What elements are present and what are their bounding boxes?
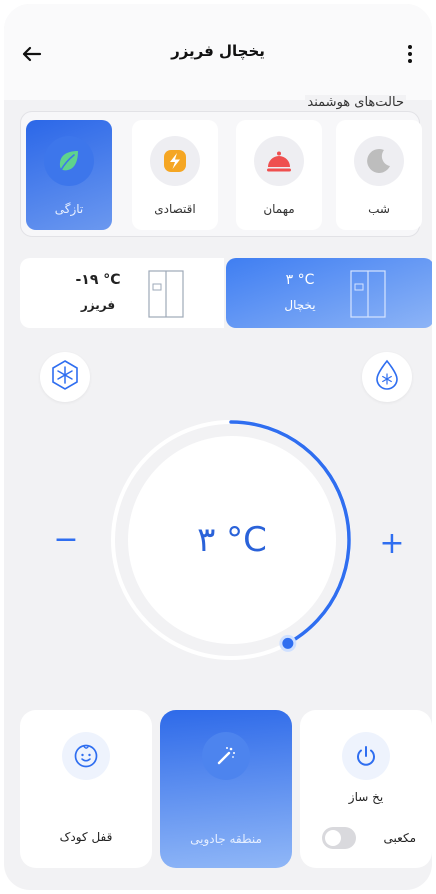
page-title: یخچال فریزر bbox=[171, 42, 265, 60]
mode-label: شب bbox=[368, 202, 390, 216]
smart-modes-title: حالت‌های هوشمند bbox=[305, 95, 406, 110]
mode-guest[interactable]: مهمان bbox=[236, 120, 322, 230]
decrease-button[interactable]: − bbox=[52, 525, 80, 555]
freezer-icon bbox=[148, 270, 184, 318]
dial-knob bbox=[279, 634, 297, 652]
ice-maker-card[interactable]: یخ ساز مکعبی bbox=[300, 710, 432, 868]
fridge-icon bbox=[350, 270, 386, 318]
mode-night[interactable]: شب bbox=[336, 120, 422, 230]
lightning-icon bbox=[150, 136, 200, 186]
magic-zone-card[interactable]: منطقه جادویی bbox=[160, 710, 292, 868]
ice-drop-button[interactable] bbox=[362, 352, 412, 402]
mode-freshness[interactable]: تازگی bbox=[26, 120, 112, 230]
fridge-tab[interactable]: ۳ °C یخچال bbox=[226, 258, 432, 328]
mode-economy[interactable]: اقتصادی bbox=[132, 120, 218, 230]
fridge-temp: ۳ °C bbox=[285, 272, 315, 288]
freezer-label: فریزر bbox=[80, 298, 116, 312]
water-drop-icon bbox=[373, 359, 401, 395]
cube-label: مکعبی bbox=[383, 831, 416, 845]
snowflake-button[interactable] bbox=[40, 352, 90, 402]
moon-icon bbox=[354, 136, 404, 186]
cube-toggle[interactable] bbox=[322, 827, 356, 849]
snowflake-icon bbox=[49, 359, 81, 395]
phone-screen: یخچال فریزر حالت‌های هوشمند شب مهمان bbox=[4, 4, 432, 890]
ice-maker-label: یخ ساز bbox=[348, 790, 384, 804]
leaf-icon bbox=[44, 136, 94, 186]
power-icon bbox=[342, 732, 390, 780]
mode-label: تازگی bbox=[54, 202, 84, 216]
dial-temperature-value: ۳ °C bbox=[197, 520, 267, 560]
child-lock-card[interactable]: قفل کودک bbox=[20, 710, 152, 868]
mode-label: اقتصادی bbox=[154, 202, 196, 216]
fridge-label: یخچال bbox=[284, 298, 316, 312]
child-lock-label: قفل کودک bbox=[59, 830, 113, 844]
dial-center: ۳ °C bbox=[128, 436, 336, 644]
cloche-icon bbox=[254, 136, 304, 186]
magic-zone-label: منطقه جادویی bbox=[190, 832, 262, 846]
freezer-tab[interactable]: -۱۹ °C فریزر bbox=[20, 258, 224, 328]
child-face-icon bbox=[62, 732, 110, 780]
magic-wand-icon bbox=[202, 732, 250, 780]
mode-label: مهمان bbox=[263, 202, 295, 216]
more-menu-icon[interactable] bbox=[400, 40, 420, 68]
increase-button[interactable]: + bbox=[378, 529, 406, 559]
app-header: یخچال فریزر bbox=[4, 4, 432, 100]
freezer-temp: -۱۹ °C bbox=[75, 272, 121, 288]
